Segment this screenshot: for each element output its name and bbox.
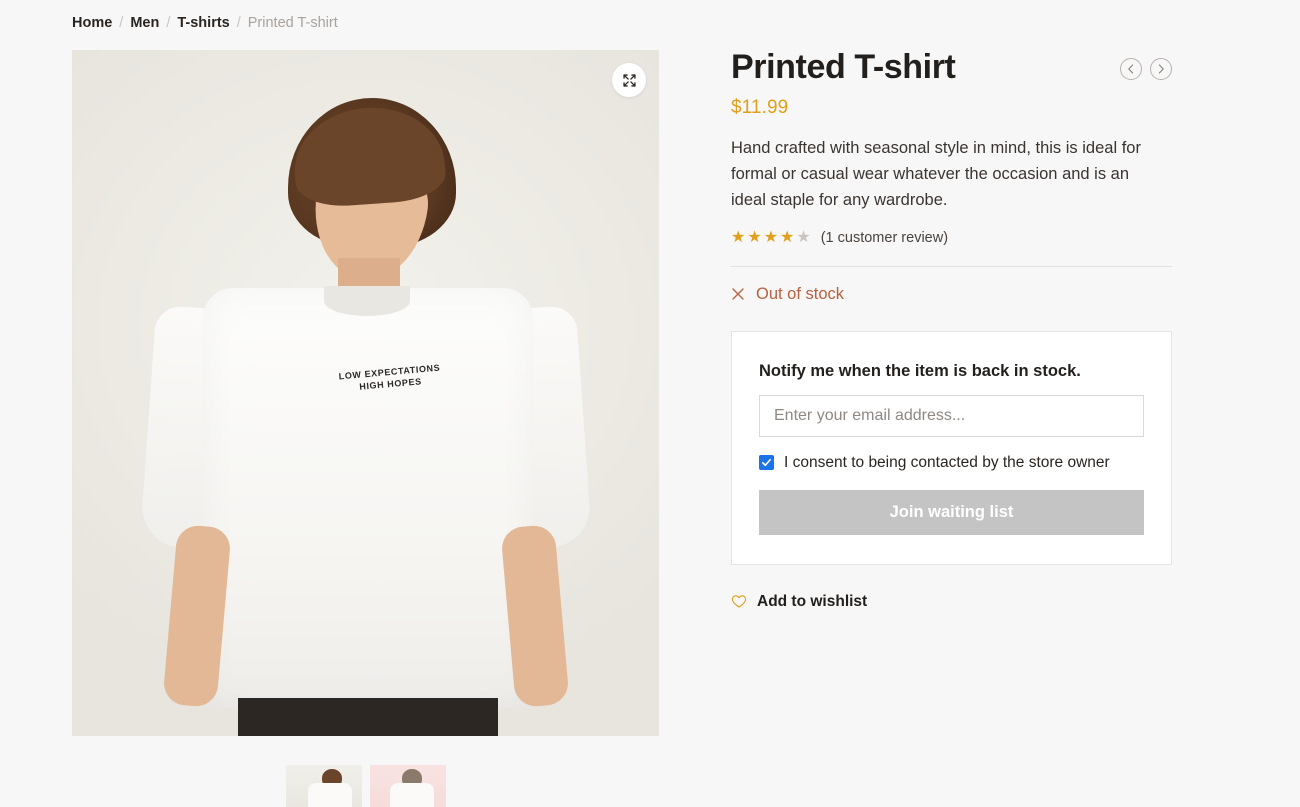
previous-product-button[interactable]: [1120, 58, 1142, 80]
expand-image-button[interactable]: [612, 63, 646, 97]
chevron-right-icon: [1158, 64, 1164, 74]
notify-card-title: Notify me when the item is back in stock…: [759, 361, 1081, 380]
star-icon-1: ★: [731, 228, 747, 246]
checkmark-icon: [762, 458, 771, 467]
product-hero-image[interactable]: LOW EXPECTATIONS HIGH HOPES: [72, 50, 659, 736]
thumbnail-figure-body: [307, 783, 352, 807]
rating-stars[interactable]: ★ ★ ★ ★ ★: [731, 228, 812, 246]
product-gallery: LOW EXPECTATIONS HIGH HOPES: [72, 50, 659, 807]
product-pagination: [1120, 46, 1172, 80]
tshirt-collar: [323, 286, 410, 316]
thumbnail-figure-body: [389, 783, 434, 807]
add-to-wishlist-button[interactable]: Add to wishlist: [731, 593, 867, 611]
consent-checkbox[interactable]: [759, 455, 774, 470]
breadcrumb-item-men[interactable]: Men: [130, 13, 159, 33]
join-waiting-list-button[interactable]: Join waiting list: [759, 489, 1144, 535]
breadcrumb-item-t-shirts[interactable]: T-shirts: [177, 13, 229, 33]
stock-status: Out of stock: [731, 285, 1172, 304]
breadcrumb-separator: /: [166, 15, 171, 31]
consent-row: I consent to being contacted by the stor…: [759, 454, 1144, 472]
breadcrumb-item-current: Printed T-shirt: [247, 15, 338, 31]
consent-label: I consent to being contacted by the stor…: [784, 453, 1110, 471]
chevron-left-icon: [1128, 64, 1134, 74]
add-to-wishlist-label: Add to wishlist: [757, 592, 868, 610]
breadcrumb-separator: /: [236, 15, 241, 31]
email-field[interactable]: [759, 394, 1144, 437]
model-trousers: [237, 698, 498, 736]
thumbnail-front-view[interactable]: [285, 765, 362, 807]
product-price: $11.99: [731, 97, 789, 118]
breadcrumb-item-home[interactable]: Home: [72, 13, 112, 33]
thumbnail-strip: [72, 765, 659, 807]
x-icon: [731, 287, 745, 301]
product-rating: ★ ★ ★ ★ ★ (1 customer review): [731, 228, 1172, 246]
expand-arrows-icon: [622, 73, 636, 87]
stock-status-label: Out of stock: [756, 284, 845, 303]
section-divider: [731, 265, 1172, 267]
review-count-link[interactable]: (1 customer review): [821, 230, 948, 246]
breadcrumb-separator: /: [119, 15, 124, 31]
next-product-button[interactable]: [1150, 58, 1172, 80]
title-row: Printed T-shirt: [731, 46, 1172, 88]
page-title: Printed T-shirt: [731, 48, 956, 86]
product-info: Printed T-shirt $11.99 Hand crafted with…: [731, 46, 1172, 611]
back-in-stock-notify-card: Notify me when the item is back in stock…: [731, 330, 1172, 565]
tshirt-body: [202, 288, 533, 708]
breadcrumb: Home / Men / T-shirts / Printed T-shirt: [72, 13, 338, 33]
star-icon-2: ★: [747, 228, 763, 246]
product-description: Hand crafted with seasonal style in mind…: [731, 139, 1141, 209]
star-icon-4: ★: [780, 228, 796, 246]
star-icon-5: ★: [796, 228, 812, 246]
heart-icon: [731, 595, 747, 608]
thumbnail-back-view[interactable]: [369, 765, 446, 807]
star-icon-3: ★: [763, 228, 780, 246]
